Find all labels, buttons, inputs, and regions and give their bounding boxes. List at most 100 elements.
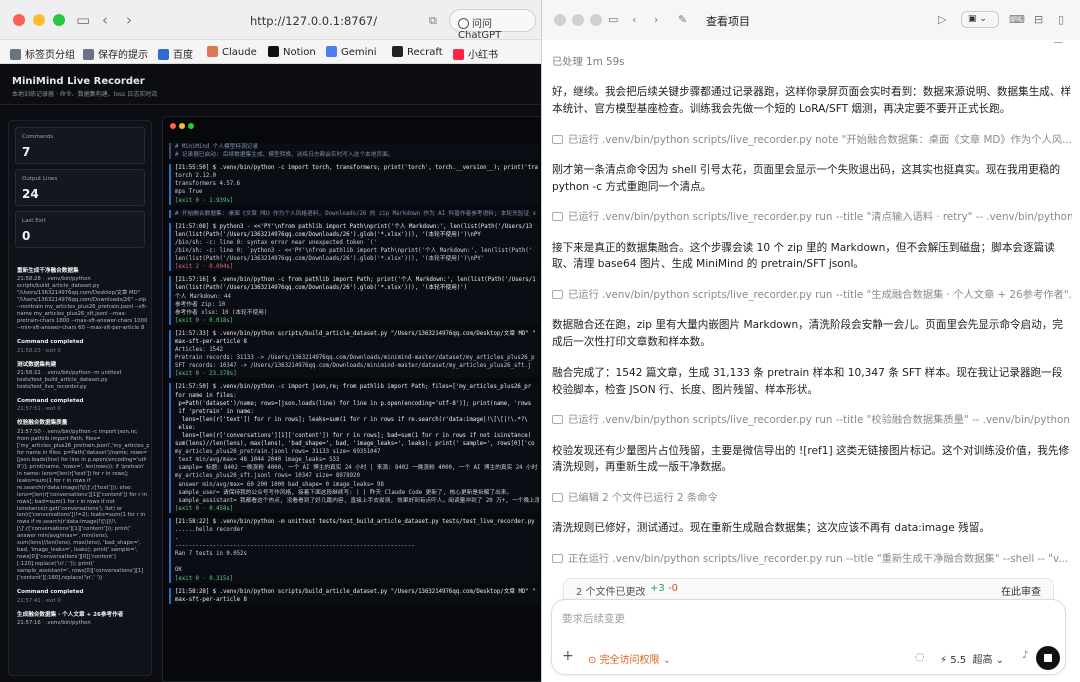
bookmark-label: 百度 [173, 50, 193, 61]
terminal-dot-red [170, 123, 176, 129]
run-icon[interactable]: ▷ [938, 13, 946, 26]
bookmark-item[interactable]: 百度 [158, 46, 193, 61]
bookmark-label: 小红书 [468, 50, 498, 61]
header-divider [0, 104, 541, 105]
loading-icon: ◌ [915, 650, 925, 663]
close-window-button[interactable] [13, 14, 25, 26]
command-run-text: 正在运行 .venv/bin/python scripts/live_recor… [568, 553, 1069, 566]
terminal-line: [exit 0 · 1.939s] [175, 197, 234, 204]
assistant-message: 好，继续。我会把后续关键步骤都通过记录器跑，这样你录屏页面会实时看到：数据来源说… [552, 86, 1072, 115]
new-chat-icon[interactable]: ✎ [678, 13, 687, 26]
assistant-message: 数据融合还在跑，zip 里有大量内嵌图片 Markdown，清洗阶段会安静一会儿… [552, 319, 1064, 349]
terminal-block: [21:58:28] $ .venv/bin/python scripts/bu… [169, 587, 539, 604]
terminal-line: else: [175, 424, 196, 431]
terminal-icon[interactable]: ⌨ [1009, 13, 1025, 26]
panel-icon[interactable]: ▯ [1058, 13, 1064, 26]
command-run-row[interactable]: 已运行 .venv/bin/python scripts/live_record… [552, 287, 1072, 303]
command-run-text: 已编辑 2 个文件已运行 2 条命令 [568, 492, 718, 505]
bookmark-item[interactable]: Notion [268, 46, 316, 58]
minimize-window-button[interactable] [572, 14, 584, 26]
back-icon[interactable]: ‹ [632, 13, 636, 26]
terminal-line: [exit 0 · 0.018s] [175, 317, 234, 324]
stat-commands: Commands 7 [15, 127, 145, 164]
assistant-message: 融合完成了：1542 篇文章，生成 31,133 条 pretrain 样本和 … [552, 366, 1063, 396]
terminal-line: sample= 标题: 8402 一晚涨粉 4000, 一个 AI 博主的真实 … [175, 465, 538, 472]
terminal-line: for name in files: [175, 392, 237, 399]
terminal-line: [exit 0 · 23.378s] [175, 371, 237, 378]
bookmark-item[interactable]: Gemini [326, 46, 377, 58]
assistant-message: 校验发现还有少量图片占位残留，主要是微信导出的 ![ref1] 这类无链接图片标… [552, 444, 1070, 474]
sidebar-toggle-icon[interactable]: ▭ [608, 13, 618, 26]
chat-title: 查看项目 [706, 15, 750, 28]
terminal-icon [552, 493, 563, 503]
composer-toolbar: + ⊙ 完全访问权限 ⌄ ◌ ⚡ 5.5 超高 ⌄ ♪ [552, 646, 1067, 670]
chat-transcript[interactable]: 已处理 1m 59s 好，继续。我会把后续关键步骤都通过记录器跑，这样你录屏页面… [552, 54, 1072, 567]
composer-input[interactable]: 要求后续变更 [562, 611, 625, 626]
address-bar[interactable]: http://127.0.0.1:8767/ [250, 14, 377, 28]
terminal-line: p=Path('dataset')/name; rows=[json.loads… [175, 400, 532, 407]
copy-icon[interactable]: ⧉ [429, 14, 437, 28]
bookmark-item[interactable]: 保存的提示 [83, 46, 148, 61]
bookmark-label: 保存的提示 [98, 50, 148, 61]
permission-dropdown[interactable]: ⊙ 完全访问权限 ⌄ [588, 651, 671, 666]
stat-value: 0 [22, 229, 31, 243]
log-heading: Command completed [17, 589, 84, 596]
stop-button[interactable] [1036, 646, 1060, 670]
stat-label: Output Lines [22, 176, 58, 182]
terminal-line: len(list(Path('/Users/1363214976qq.com/D… [175, 285, 468, 292]
minimize-window-button[interactable] [33, 14, 45, 26]
terminal-block: [21:57:33] $ .venv/bin/python scripts/bu… [169, 329, 539, 379]
command-run-text: 已运行 .venv/bin/python scripts/live_record… [568, 289, 1072, 302]
command-run-row[interactable]: 正在运行 .venv/bin/python scripts/live_recor… [552, 551, 1072, 567]
sidebar-icon[interactable]: ▭ [76, 11, 90, 29]
terminal-output[interactable]: # MiniMind 个人模型特调记录 # 记录器已启动: 后续数据集生成、模型转… [169, 143, 539, 609]
terminal-line: /bin/sh: -c: line 0: `python3 - <<'PY'\n… [175, 248, 533, 255]
terminal-block: [21:57:16] $ .venv/bin/python -c from pa… [169, 276, 539, 325]
stat-value: 7 [22, 145, 31, 159]
bookmark-favicon-icon [83, 49, 94, 60]
diff-icon[interactable]: ⊟ [1034, 13, 1043, 26]
zoom-window-button[interactable] [590, 14, 602, 26]
command-run-row[interactable]: 已编辑 2 个文件已运行 2 条命令 [552, 490, 1072, 506]
terminal-line: sample_user= 请保持我的公众号写作风格, 接着下面这段继续写: | … [175, 489, 513, 496]
app-subtitle: 本地训练记录器 · 命令、数据集构建、loss 日志实时流 [12, 91, 158, 98]
model-dropdown[interactable]: ⚡ 5.5 超高 ⌄ [940, 651, 1004, 666]
bookmark-favicon-icon [207, 46, 218, 57]
bookmark-item[interactable]: Recraft [392, 46, 443, 58]
bookmark-favicon-icon [326, 46, 337, 57]
command-run-row[interactable]: 已运行 .venv/bin/python scripts/live_record… [552, 412, 1072, 428]
mic-icon[interactable]: ♪ [1022, 650, 1028, 661]
bookmark-item[interactable]: 小红书 [453, 46, 498, 61]
ask-chatgpt-button[interactable]: 问问 ChatGPT [449, 9, 536, 41]
changed-files-bar[interactable]: 2 个文件已更改 +3 -0 在此审查 [563, 578, 1054, 600]
bookmark-label: Gemini [341, 47, 377, 58]
close-window-button[interactable] [554, 14, 566, 26]
back-icon[interactable]: ‹ [102, 11, 108, 29]
forward-icon[interactable]: › [126, 11, 132, 29]
shield-icon: ⊙ [588, 655, 600, 666]
terminal-dot-green [188, 123, 194, 129]
assistant-message: 接下来是真正的数据集融合。这个步骤会读 10 个 zip 里的 Markdown… [552, 241, 1055, 271]
bookmark-item[interactable]: Claude [207, 46, 257, 58]
recorder-app: MiniMind Live Recorder 本地训练记录器 · 命令、数据集构… [0, 64, 541, 682]
permission-label: 完全访问权限 [599, 655, 660, 666]
app-title: MiniMind Live Recorder [12, 76, 145, 87]
terminal-block: # MiniMind 个人模型特调记录 # 记录器已启动: 后续数据集生成、模型转… [169, 143, 539, 160]
bookmark-item[interactable]: 标签页分组 [10, 46, 75, 61]
stat-label: Commands [22, 134, 54, 140]
command-run-row[interactable]: 已运行 .venv/bin/python scripts/live_record… [552, 209, 1072, 225]
terminal-line: [21:57:33] $ .venv/bin/python scripts/bu… [175, 330, 536, 337]
terminal-line: my_articles_plus26_sft.jsonl rows= 10347… [175, 473, 360, 480]
review-here-button[interactable]: 在此审查 [1001, 583, 1041, 598]
terminal-line: [21:55:50] $ .venv/bin/python -c import … [175, 165, 538, 172]
forward-icon[interactable]: › [654, 13, 658, 26]
zoom-window-button[interactable] [53, 14, 65, 26]
attach-plus-icon[interactable]: + [562, 648, 574, 664]
diff-additions: +3 [650, 583, 665, 594]
terminal-icon [552, 290, 563, 300]
bookmark-favicon-icon [453, 49, 464, 60]
bookmark-label: Notion [283, 47, 316, 58]
command-run-row[interactable]: 已运行 .venv/bin/python scripts/live_record… [552, 132, 1072, 148]
terminal-line: # 记录器已启动: 后续数据集生成、模型转换、训练日志都会实时写入这个本地页面。 [175, 152, 394, 159]
open-in-dropdown[interactable]: ▣ ⌄ [961, 11, 999, 28]
